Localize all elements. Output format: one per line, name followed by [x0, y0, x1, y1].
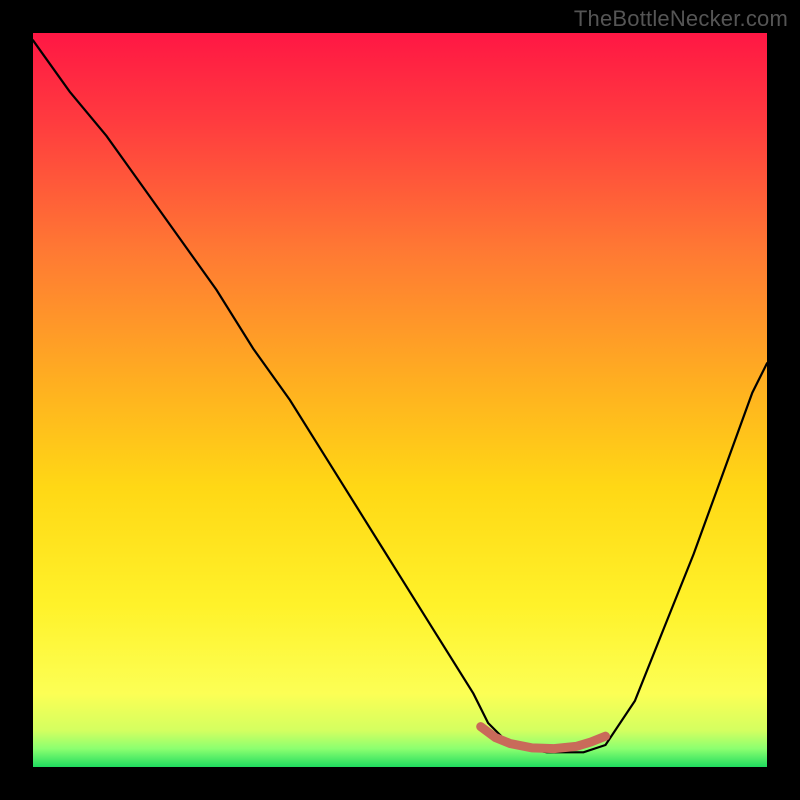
bottleneck-chart [33, 33, 767, 767]
heat-gradient-background [33, 33, 767, 767]
chart-container [33, 33, 767, 767]
watermark-text: TheBottleNecker.com [574, 6, 788, 32]
